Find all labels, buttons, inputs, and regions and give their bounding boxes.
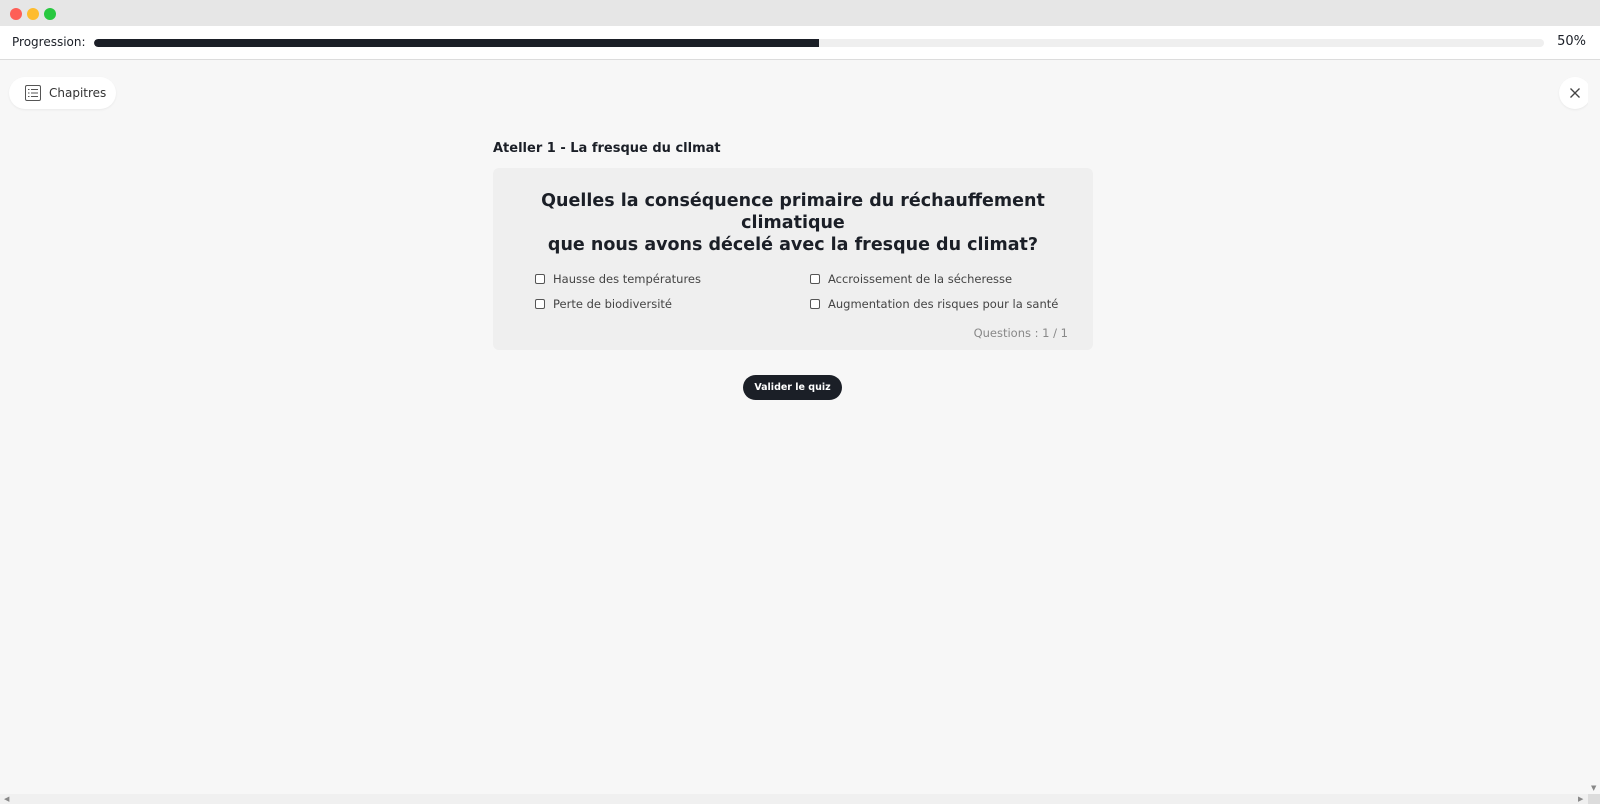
scrollbar-corner <box>1588 794 1600 804</box>
progress-percent: 50% <box>1557 34 1586 49</box>
validate-quiz-button[interactable]: Valider le quiz <box>743 375 842 400</box>
option-risques-sante[interactable]: Augmentation des risques pour la santé <box>810 297 1058 311</box>
horizontal-scrollbar[interactable]: ◀ ▶ <box>0 794 1588 804</box>
progress-header: Progression: 50% <box>0 26 1600 60</box>
minimize-window-icon[interactable] <box>27 8 39 20</box>
scroll-right-icon[interactable]: ▶ <box>1578 796 1583 803</box>
question-line-2: que nous avons décelé avec la fresque du… <box>547 235 1039 255</box>
option-accroissement-secheresse[interactable]: Accroissement de la sécheresse <box>810 272 1012 286</box>
close-icon <box>1569 87 1581 99</box>
chapters-label: Chapitres <box>49 86 107 100</box>
scroll-down-icon[interactable]: ▼ <box>1591 785 1596 792</box>
question-count: Questions : 1 / 1 <box>973 326 1068 340</box>
option-perte-biodiversite[interactable]: Perte de biodiversité <box>535 297 672 311</box>
window-titlebar <box>0 0 1600 26</box>
maximize-window-icon[interactable] <box>44 8 56 20</box>
option-label: Hausse des températures <box>553 272 701 286</box>
vertical-scrollbar[interactable]: ▼ <box>1588 60 1600 794</box>
question-line-1: Quelles la conséquence primaire du récha… <box>541 191 1045 233</box>
chapters-button[interactable]: Chapitres <box>9 77 116 109</box>
option-label: Accroissement de la sécheresse <box>828 272 1013 286</box>
option-label: Augmentation des risques pour la santé <box>828 297 1059 311</box>
list-icon <box>25 85 41 101</box>
progress-label: Progression: <box>12 35 86 49</box>
option-checkbox[interactable] <box>535 299 545 309</box>
close-button[interactable] <box>1559 77 1591 109</box>
progress-track <box>94 39 1544 47</box>
option-hausse-temperatures[interactable]: Hausse des températures <box>535 272 701 286</box>
close-window-icon[interactable] <box>10 8 22 20</box>
question-text: Quelles la conséquence primaire du récha… <box>513 190 1073 256</box>
option-checkbox[interactable] <box>810 299 820 309</box>
progress-fill <box>94 39 819 47</box>
workshop-title: Ateller 1 - La fresque du cllmat <box>493 141 721 156</box>
quiz-card: Quelles la conséquence primaire du récha… <box>493 168 1093 350</box>
scroll-left-icon[interactable]: ◀ <box>4 796 9 803</box>
option-checkbox[interactable] <box>810 274 820 284</box>
option-checkbox[interactable] <box>535 274 545 284</box>
option-label: Perte de biodiversité <box>553 297 673 311</box>
